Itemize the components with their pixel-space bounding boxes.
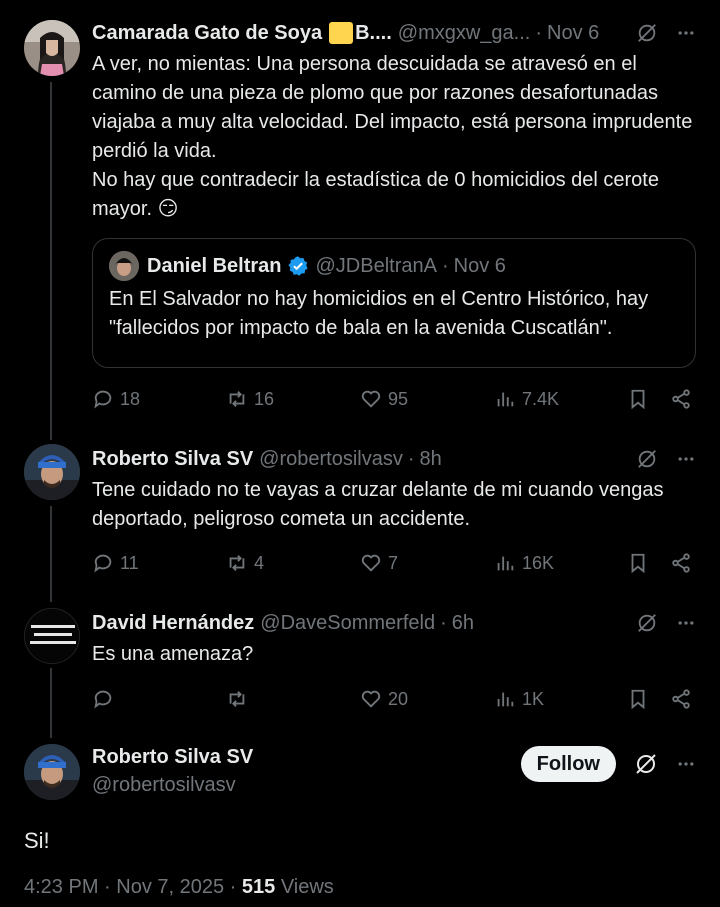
avatar[interactable] [24,608,80,664]
tweet-text: Tene cuidado no te vayas a cruzar delant… [92,479,670,530]
bookmark-icon [631,389,645,410]
views-button[interactable]: 1K [494,688,544,710]
tweet-header: David Hernández @DaveSommerfeld · 6h [92,610,696,636]
author-name[interactable]: Daniel Beltran [147,255,281,278]
like-button[interactable]: 7 [360,552,398,574]
grok-icon[interactable] [634,752,658,776]
more-icon[interactable] [676,23,696,43]
repost-button[interactable]: 4 [226,552,264,574]
tweet-text: Es una amenaza? [92,643,254,665]
thread-connector [50,506,52,602]
repost-count: 4 [254,552,265,573]
like-count: 95 [388,388,409,409]
tweet-time[interactable]: Nov 6 [454,255,506,278]
views-count: 16K [522,552,555,573]
repost-count: 16 [254,388,275,409]
views-count: 7.4K [522,388,560,409]
grok-icon[interactable] [636,448,658,470]
like-icon [361,690,381,708]
grok-icon[interactable] [636,22,658,44]
repost-icon [229,391,245,407]
share-icon [672,553,690,573]
share-icon [672,689,690,709]
reply-icon [94,690,112,709]
author-handle[interactable]: @mxgxw_ga... [398,22,531,45]
views-button[interactable]: 16K [494,552,554,574]
repost-icon [229,691,245,707]
share-icon [672,389,690,409]
tweet-text: A ver, no mientas: Una persona descuidad… [92,53,693,220]
avatar[interactable] [24,20,80,76]
tweet-header: Roberto Silva SV @robertosilvasv · 8h [92,446,696,472]
action-bar: 18 16 95 7.4K [92,384,696,414]
views-icon [497,392,514,407]
author-handle[interactable]: @DaveSommerfeld [260,612,435,635]
views-button[interactable]: 7.4K [494,388,559,410]
repost-button[interactable] [226,688,248,710]
grok-icon[interactable] [636,612,658,634]
like-count: 20 [388,688,409,709]
reply-button[interactable]: 11 [92,552,139,574]
share-button[interactable] [670,388,692,410]
like-count: 7 [388,552,399,573]
thread-connector [50,668,52,738]
avatar[interactable] [24,444,80,500]
thread-connector [50,82,52,440]
like-button[interactable]: 95 [360,388,408,410]
like-icon [361,390,381,408]
tweet-time[interactable]: 6h [452,612,474,635]
share-button[interactable] [670,552,692,574]
views-icon [497,556,514,571]
tweet-meta: 4:23 PM · Nov 7, 2025 · 515 Views [24,876,334,899]
timestamp[interactable]: 4:23 PM · Nov 7, 2025 · [24,876,242,898]
tweet-time[interactable]: Nov 6 [547,22,599,45]
reply-button[interactable]: 18 [92,388,140,410]
bookmark-icon [631,553,645,574]
author-name-suffix: B.... [355,21,392,44]
repost-button[interactable]: 16 [226,388,274,410]
repost-icon [229,555,245,571]
reply-icon [94,554,112,573]
author-name[interactable]: Roberto Silva SV [92,448,253,471]
bookmark-button[interactable] [627,388,649,410]
tweet-header: Camarada Gato de Soya B.... @mxgxw_ga...… [92,20,696,46]
author-name[interactable]: David Hernández [92,612,254,635]
main-tweet-text: Si! [24,828,50,853]
like-button[interactable]: 20 [360,688,408,710]
flag-badge-icon [329,22,354,44]
reply-count: 18 [120,388,141,409]
more-icon[interactable] [676,754,696,774]
views-icon [497,692,514,707]
quoted-text: En El Salvador no hay homicidios en el C… [109,288,654,339]
like-icon [361,554,381,572]
avatar[interactable] [24,744,80,800]
share-button[interactable] [670,688,692,710]
bookmark-button[interactable] [627,688,649,710]
tweet-time[interactable]: 8h [420,448,442,471]
more-icon[interactable] [676,449,696,469]
quoted-tweet[interactable]: Daniel Beltran @JDBeltranA · Nov 6 En El… [92,238,696,368]
reply-count: 11 [120,552,139,573]
views-label: Views [275,876,334,898]
action-bar: 20 1K [92,684,696,714]
verified-icon [287,255,309,277]
views-count: 1K [522,688,545,709]
action-bar: 11 4 7 16K [92,548,696,578]
bookmark-icon [631,689,645,710]
author-name[interactable]: Camarada Gato de Soya [92,22,322,45]
follow-button[interactable]: Follow [520,746,616,782]
more-icon[interactable] [676,613,696,633]
reply-icon [94,390,112,409]
reply-button[interactable] [92,688,114,710]
author-handle[interactable]: @JDBeltranA [315,255,436,278]
views-total: 515 [241,876,276,898]
author-handle[interactable]: @robertosilvasv [259,448,403,471]
bookmark-button[interactable] [627,552,649,574]
avatar [109,251,139,281]
